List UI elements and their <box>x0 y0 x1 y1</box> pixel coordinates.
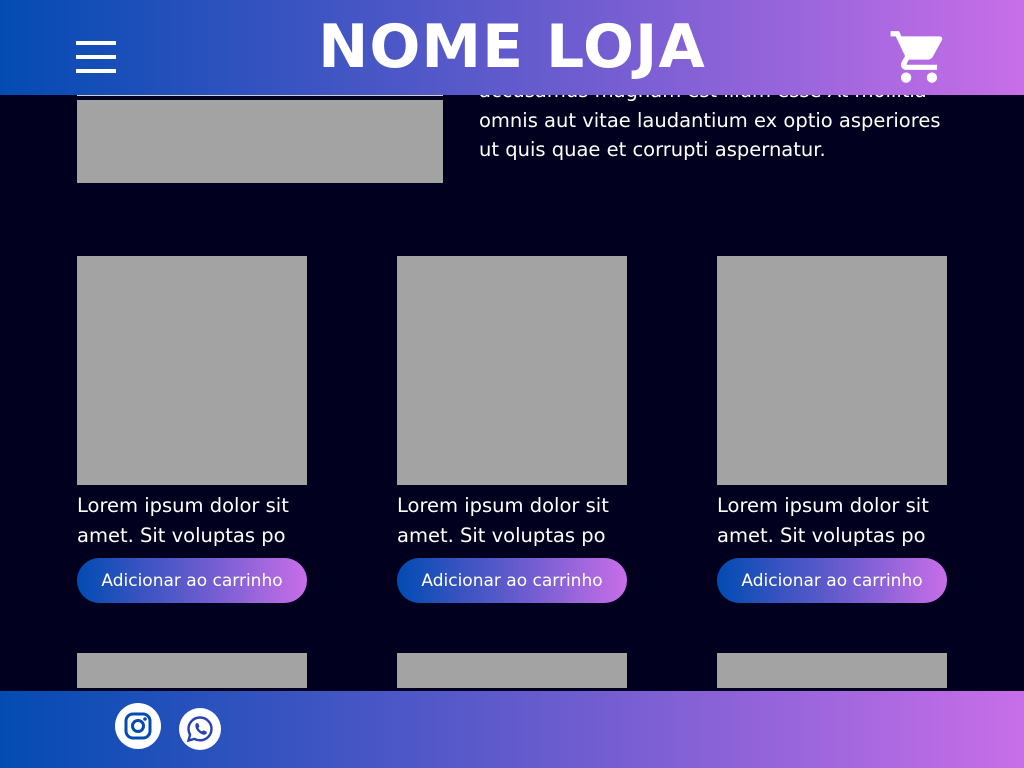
product-image-placeholder[interactable] <box>717 256 947 485</box>
footer <box>0 691 1024 768</box>
product-description: Lorem ipsum dolor sit amet. Sit voluptas… <box>397 491 627 550</box>
hero-text-line: ut quis quae et corrupti aspernatur. <box>479 138 826 161</box>
product-desc-line: amet. Sit voluptas po <box>77 523 286 547</box>
product-desc-line: Lorem ipsum dolor sit <box>397 494 609 517</box>
product-card: Lorem ipsum dolor sit amet. Sit voluptas… <box>397 256 627 603</box>
add-to-cart-button[interactable]: Adicionar ao carrinho <box>397 558 627 603</box>
hero-text-line: omnis aut vitae laudantium ex optio aspe… <box>479 108 941 132</box>
product-desc-line: Lorem ipsum dolor sit <box>77 494 289 517</box>
add-to-cart-button[interactable]: Adicionar ao carrinho <box>77 558 307 603</box>
header: NOME LOJA <box>0 0 1024 95</box>
product-description: Lorem ipsum dolor sit amet. Sit voluptas… <box>77 491 307 550</box>
product-card: Lorem ipsum dolor sit amet. Sit voluptas… <box>77 256 307 603</box>
product-image-placeholder[interactable] <box>397 256 627 485</box>
product-desc-line: amet. Sit voluptas po <box>397 523 606 547</box>
product-desc-line: amet. Sit voluptas po <box>717 523 926 547</box>
instagram-icon[interactable] <box>115 703 161 749</box>
product-image-placeholder[interactable] <box>77 256 307 485</box>
product-image-placeholder[interactable] <box>717 653 947 688</box>
shopping-cart-icon[interactable] <box>888 26 950 88</box>
add-to-cart-button[interactable]: Adicionar ao carrinho <box>717 558 947 603</box>
whatsapp-icon[interactable] <box>179 708 221 750</box>
product-desc-line: Lorem ipsum dolor sit <box>717 494 929 517</box>
product-card: Lorem ipsum dolor sit amet. Sit voluptas… <box>717 256 947 603</box>
product-image-placeholder[interactable] <box>397 653 627 688</box>
store-title: NOME LOJA <box>318 12 706 82</box>
hero-image-placeholder <box>77 100 443 183</box>
product-image-placeholder[interactable] <box>77 653 307 688</box>
product-description: Lorem ipsum dolor sit amet. Sit voluptas… <box>717 491 947 550</box>
